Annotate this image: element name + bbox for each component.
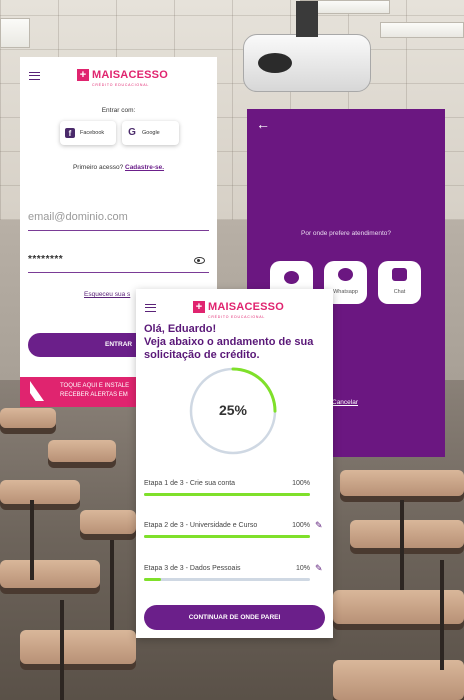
logo-subtext: CRÉDITO EDUCACIONAL: [92, 83, 150, 87]
banner-line-2: RECEBER ALERTAS EM: [60, 392, 128, 398]
greeting: Olá, Eduardo!: [144, 323, 217, 335]
google-login-button[interactable]: G Google: [122, 121, 179, 145]
facebook-login-button[interactable]: f Facebook: [60, 121, 116, 145]
step-2-bar-fill: [144, 535, 310, 538]
greeting-block: Olá, Eduardo! Veja abaixo o andamento de…: [144, 323, 329, 362]
step-2-bar: [144, 535, 310, 538]
desk: [48, 440, 116, 462]
banner-line-1: TOQUE AQUI E INSTALE: [60, 383, 130, 389]
progress-percent: 25%: [218, 402, 248, 418]
desk: [0, 408, 56, 428]
eye-icon[interactable]: [194, 257, 205, 264]
continue-button[interactable]: CONTINUAR DE ONDE PAREI: [144, 605, 325, 630]
step-1-bar-fill: [144, 493, 310, 496]
step-1-name: Etapa 1 de 3 - Crie sua conta: [144, 480, 236, 487]
step-3: Etapa 3 de 3 - Dados Pessoais 10%: [144, 565, 310, 583]
step-1-percent: 100%: [292, 480, 310, 487]
greeting-subtitle: Veja abaixo o andamento de sua solicitaç…: [144, 336, 314, 361]
chat-button[interactable]: Chat: [378, 261, 421, 304]
desk-leg: [400, 500, 404, 590]
plus-logo-icon: +: [77, 69, 89, 81]
facebook-label: Facebook: [80, 130, 105, 136]
google-label: Google: [142, 130, 160, 136]
desk-leg: [440, 560, 444, 670]
plus-logo-icon: +: [193, 301, 205, 313]
desk: [80, 510, 136, 534]
first-access-text: Primeiro acesso?: [72, 164, 124, 171]
step-1-bar: [144, 493, 310, 496]
banner-text: TOQUE AQUI E INSTALE RECEBER ALERTAS EM: [60, 382, 129, 400]
messenger-icon: [284, 271, 299, 284]
logo: + MAISACESSO: [77, 69, 168, 81]
email-field[interactable]: email@dominio.com: [28, 211, 209, 231]
desk-leg: [110, 540, 114, 630]
desk: [0, 560, 100, 588]
password-field[interactable]: ********: [28, 253, 209, 273]
step-3-percent: 10%: [295, 565, 310, 572]
signup-row: Primeiro acesso? Cadastre-se.: [20, 164, 217, 171]
whatsapp-icon: [338, 268, 353, 281]
progress-screen: + MAISACESSO CRÉDITO EDUCACIONAL Olá, Ed…: [136, 289, 333, 638]
ceiling-light: [0, 18, 30, 48]
signup-link[interactable]: Cadastre-se.: [125, 164, 164, 171]
logo-text: MAISACESSO: [208, 301, 284, 313]
projector: [243, 1, 371, 92]
arrow-icon: [30, 381, 44, 401]
menu-icon[interactable]: [145, 304, 156, 312]
desk-leg: [60, 600, 64, 700]
email-placeholder: email@dominio.com: [28, 211, 128, 223]
chat-label: Chat: [393, 289, 406, 295]
desk-leg: [30, 500, 34, 580]
desk: [340, 470, 464, 496]
step-2: Etapa 2 de 3 - Universidade e Curso 100%: [144, 522, 310, 540]
desk: [333, 660, 464, 700]
forgot-password-link[interactable]: Esqueceu sua s: [84, 291, 130, 298]
support-question: Por onde prefere atendimento?: [301, 230, 391, 237]
desk: [0, 480, 80, 504]
logo-text: MAISACESSO: [92, 69, 168, 81]
desk: [333, 590, 464, 624]
step-3-name: Etapa 3 de 3 - Dados Pessoais: [144, 565, 241, 572]
login-prompt: Entrar com:: [101, 107, 136, 114]
chat-icon: [392, 268, 407, 281]
logo-subtext: CRÉDITO EDUCACIONAL: [208, 315, 266, 319]
ceiling-light: [380, 22, 464, 38]
step-3-bar: [144, 578, 310, 581]
cancel-link[interactable]: Cancelar: [332, 399, 358, 406]
desk: [350, 520, 464, 548]
facebook-icon: f: [65, 128, 75, 138]
step-1: Etapa 1 de 3 - Crie sua conta 100%: [144, 480, 310, 498]
password-value: ********: [28, 254, 64, 265]
menu-icon[interactable]: [29, 72, 40, 80]
logo: + MAISACESSO: [193, 301, 284, 313]
desk: [20, 630, 136, 664]
step-2-name: Etapa 2 de 3 - Universidade e Curso: [144, 522, 258, 529]
edit-step-3-pencil-icon[interactable]: ✎: [315, 563, 323, 574]
step-3-bar-fill: [144, 578, 161, 581]
google-icon: G: [128, 127, 136, 138]
back-arrow-icon[interactable]: ←: [256, 116, 270, 132]
edit-step-2-pencil-icon[interactable]: ✎: [315, 520, 323, 531]
step-2-percent: 100%: [292, 522, 310, 529]
